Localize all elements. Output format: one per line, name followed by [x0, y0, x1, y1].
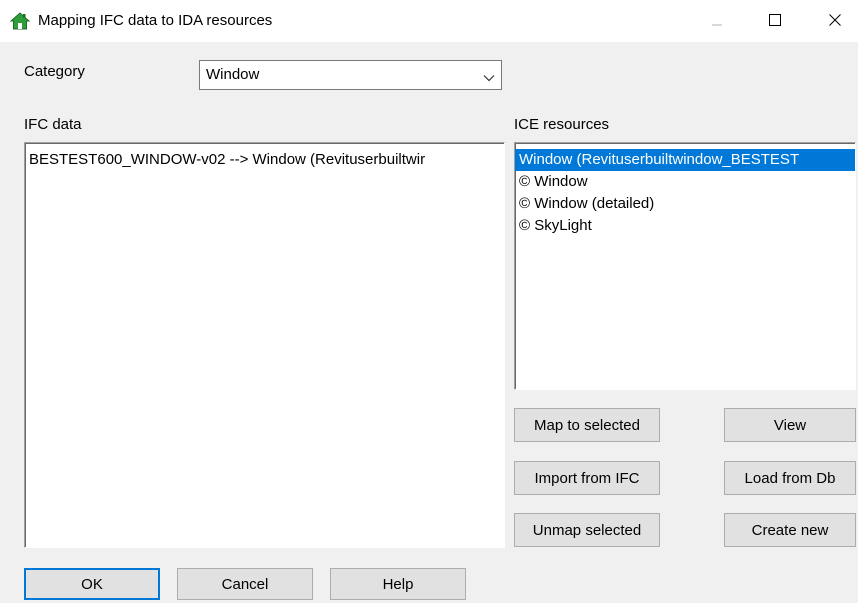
load-from-db-button[interactable]: Load from Db — [724, 461, 856, 495]
list-item[interactable]: © Window (detailed) — [515, 193, 855, 215]
create-new-button[interactable]: Create new — [724, 513, 856, 547]
ifc-data-list[interactable]: BESTEST600_WINDOW-v02 --> Window (Revitu… — [24, 142, 505, 548]
category-label: Category — [24, 63, 85, 80]
minimize-icon — [711, 13, 723, 30]
map-to-selected-button[interactable]: Map to selected — [514, 408, 660, 442]
category-dropdown[interactable]: Window — [199, 60, 502, 90]
category-selected-value: Window — [206, 66, 260, 83]
ice-resources-list[interactable]: Window (Revituserbuiltwindow_BESTEST © W… — [514, 142, 856, 390]
close-button[interactable] — [812, 0, 858, 42]
title-bar: Mapping IFC data to IDA resources — [0, 0, 858, 42]
import-from-ifc-button[interactable]: Import from IFC — [514, 461, 660, 495]
maximize-button[interactable] — [752, 0, 798, 42]
help-button[interactable]: Help — [330, 568, 466, 600]
maximize-icon — [769, 13, 781, 30]
house-app-icon — [9, 11, 31, 31]
ok-button[interactable]: OK — [24, 568, 160, 600]
minimize-button[interactable] — [694, 0, 740, 42]
window-title: Mapping IFC data to IDA resources — [38, 12, 273, 29]
chevron-down-icon — [483, 70, 495, 82]
list-item[interactable]: © SkyLight — [515, 215, 855, 237]
unmap-selected-button[interactable]: Unmap selected — [514, 513, 660, 547]
view-button[interactable]: View — [724, 408, 856, 442]
list-item-selected[interactable]: Window (Revituserbuiltwindow_BESTEST — [515, 149, 855, 171]
close-icon — [829, 13, 841, 30]
cancel-button[interactable]: Cancel — [177, 568, 313, 600]
list-item[interactable]: BESTEST600_WINDOW-v02 --> Window (Revitu… — [25, 149, 504, 171]
ice-resources-label: ICE resources — [514, 116, 610, 133]
ifc-data-label: IFC data — [24, 116, 82, 133]
list-item[interactable]: © Window — [515, 171, 855, 193]
